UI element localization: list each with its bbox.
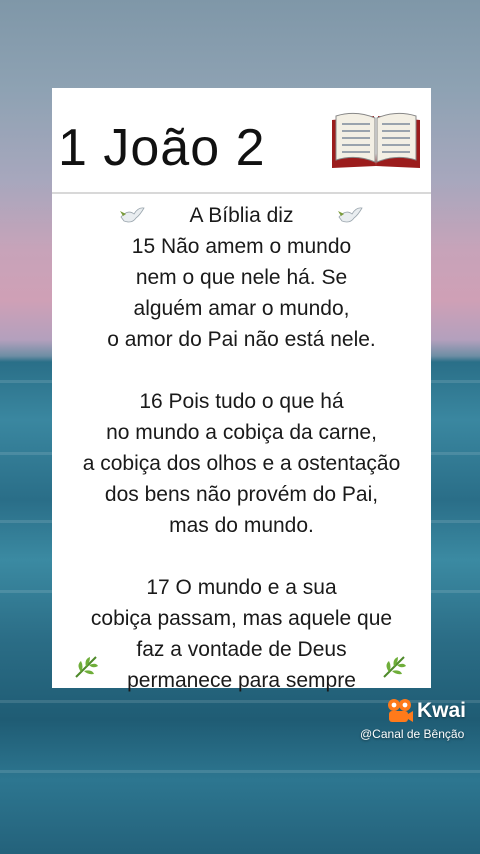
verse-line: permanece para sempre — [127, 669, 356, 692]
verse-line: o amor do Pai não está nele. — [107, 328, 376, 351]
verse-line: dos bens não provém do Pai, — [104, 483, 379, 506]
verse-line: 16 Pois tudo o que há — [139, 390, 344, 413]
verse-line: cobiça passam, mas aquele que — [90, 607, 393, 630]
verse-line: alguém amar o mundo, — [133, 297, 350, 320]
verse-line: 15 Não amem o mundo — [131, 235, 352, 258]
verse-gap — [52, 355, 431, 386]
verse-line: nem o que nele há. Se — [135, 266, 348, 289]
verse-line: mas do mundo. — [169, 514, 314, 537]
page-title: 1 João 2 — [58, 119, 266, 177]
verse-gap — [52, 541, 431, 572]
verse-line: faz a vontade de Deus — [136, 638, 347, 661]
channel-handle: @Canal de Bênção — [360, 727, 465, 741]
verse-card: 1 João 2 A Bíblia diz 15 Não amem o mund… — [52, 88, 431, 692]
verse-line: A Bíblia diz — [189, 204, 294, 227]
verse-line: no mundo a cobiça da carne, — [106, 421, 377, 444]
kwai-watermark: Kwai — [386, 697, 466, 725]
card-header: 1 João 2 — [52, 88, 431, 194]
wave-line — [0, 770, 480, 773]
verse-line: a cobiça dos olhos e a ostentação — [82, 452, 401, 475]
verse-line: 17 O mundo e a sua — [146, 576, 337, 599]
kwai-logo-icon — [388, 699, 413, 722]
herb-leaf-icon — [75, 656, 98, 678]
open-book-icon — [332, 112, 420, 168]
herb-leaf-icon — [383, 656, 406, 678]
verse-text: A Bíblia diz 15 Não amem o mundo nem o q… — [52, 200, 431, 696]
kwai-brand-text: Kwai — [417, 699, 467, 722]
